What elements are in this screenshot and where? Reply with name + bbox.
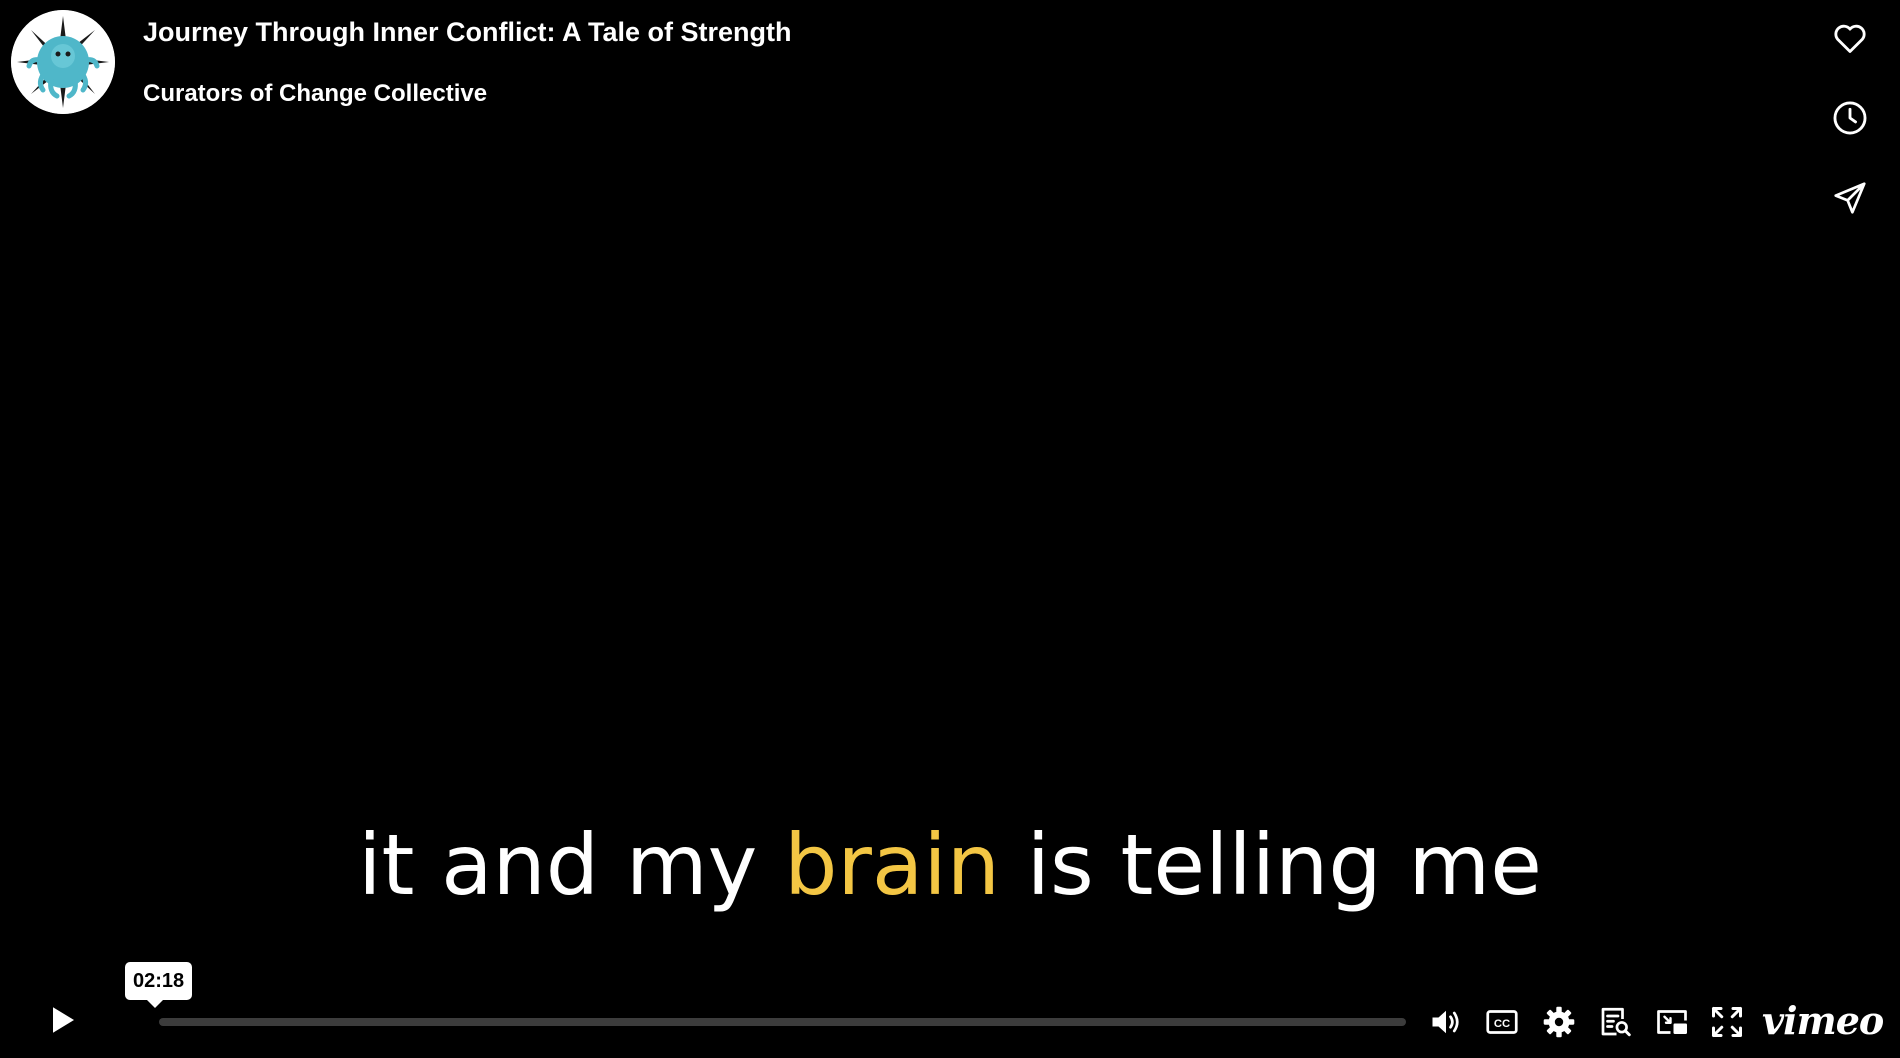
settings-gear-icon: [1543, 1006, 1575, 1038]
vimeo-logo-link[interactable]: vimeo: [1762, 1000, 1884, 1042]
share-button[interactable]: [1824, 172, 1876, 224]
picture-in-picture-icon: [1657, 1010, 1687, 1034]
heart-icon: [1834, 24, 1866, 53]
channel-logo-icon: [11, 10, 115, 114]
play-button[interactable]: [36, 994, 88, 1046]
subtitle-caption: it and my brain is telling me: [0, 823, 1900, 907]
hover-time-tooltip: 02:18: [125, 962, 193, 1008]
like-button[interactable]: [1824, 12, 1876, 64]
send-icon: [1834, 182, 1866, 214]
fullscreen-button[interactable]: [1705, 1000, 1749, 1044]
caption-highlighted-word: brain: [784, 816, 1000, 914]
picture-in-picture-button[interactable]: [1650, 1000, 1694, 1044]
channel-name-link[interactable]: Curators of Change Collective: [143, 80, 487, 108]
closed-captions-icon: CC: [1486, 1010, 1518, 1034]
transcript-button[interactable]: [1593, 1000, 1637, 1044]
hover-time-label: 02:18: [133, 970, 185, 992]
progress-bar[interactable]: [159, 1018, 1406, 1026]
clock-icon: [1833, 101, 1867, 135]
volume-icon: [1432, 1010, 1459, 1034]
svg-text:CC: CC: [1494, 1018, 1510, 1030]
video-title[interactable]: Journey Through Inner Conflict: A Tale o…: [143, 17, 792, 48]
video-player[interactable]: Journey Through Inner Conflict: A Tale o…: [0, 0, 1900, 1058]
volume-button[interactable]: [1424, 1000, 1468, 1044]
caption-text-before: it and my: [358, 816, 785, 914]
caption-text-after: is telling me: [999, 816, 1542, 914]
transcript-icon: [1601, 1007, 1631, 1037]
play-icon: [53, 1007, 74, 1033]
tooltip-arrow: [147, 1000, 163, 1008]
channel-avatar[interactable]: [11, 10, 115, 114]
watch-later-button[interactable]: [1824, 92, 1876, 144]
fullscreen-icon: [1712, 1007, 1742, 1037]
closed-captions-button[interactable]: CC: [1480, 1000, 1524, 1044]
settings-button[interactable]: [1537, 1000, 1581, 1044]
